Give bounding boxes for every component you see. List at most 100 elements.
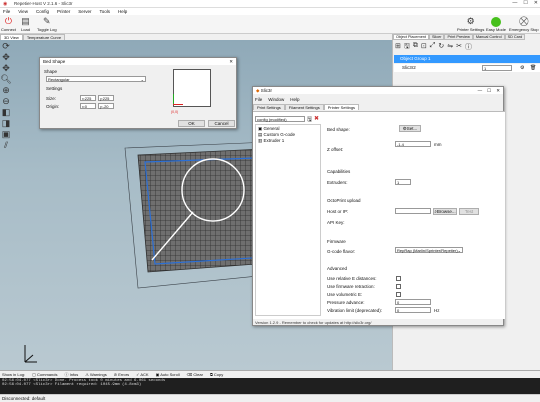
menu-help[interactable]: Help [290,97,299,102]
cut-icon[interactable]: ✂ [456,42,462,53]
tab-sd-card[interactable]: SD Card [504,34,526,40]
delete-preset-icon[interactable]: ✖ [314,115,319,122]
object-count-field[interactable]: 1 [482,65,512,71]
log-warnings-button[interactable]: ⚠ Warnings [85,372,106,377]
move-icon[interactable]: ✥ [0,52,12,62]
zoom-icon[interactable]: 🔍︎ [0,74,12,84]
log-copy-button[interactable]: ⧉ Copy [210,372,223,377]
shape-section-label: Shape [44,69,58,74]
center-icon[interactable]: ⊡ [421,42,427,53]
relative-e-label: Use relative E distances: [327,276,377,281]
size-x-field[interactable]: x:225 [80,95,96,101]
front-view-icon[interactable]: ◧ [0,107,12,117]
save-icon[interactable]: 🖫︎ [404,42,410,53]
connect-button[interactable]: ⏻ Connect [1,16,16,32]
host-field[interactable] [395,208,431,214]
log-output[interactable]: 02:56:04.077 <Slic3r> Done. Process took… [0,378,540,395]
delete-icon[interactable]: 🗑︎ [530,64,536,72]
log-icon: ✎ [43,16,51,26]
menu-window[interactable]: Window [268,97,284,102]
emergency-stop-button[interactable]: ⛒ Emergency Stop [509,16,539,32]
log-clear-button[interactable]: ⌫ Clear [187,372,203,377]
origin-y-field[interactable]: y:-20 [98,103,114,109]
side-view-icon[interactable]: ▣ [0,129,12,139]
menu-tools[interactable]: Tools [100,9,111,14]
settings-tree: ▣ General ▤ Custom G-code ▥ Extruder 1 [255,124,321,316]
tree-item-extruder[interactable]: ▥ Extruder 1 [258,138,318,144]
pressure-advance-label: Pressure advance: [327,300,365,305]
maximize-button[interactable]: ☐ [523,0,527,6]
tab-filament-settings[interactable]: Filament Settings [284,104,324,110]
menu-view[interactable]: View [18,9,28,14]
firmware-retraction-checkbox[interactable] [396,284,401,289]
menu-file[interactable]: File [3,9,10,14]
add-object-icon[interactable]: ⊞ [395,42,401,53]
power-icon: ⏻ [4,16,13,26]
app-icon: ◉ [3,1,8,7]
tab-print-preview[interactable]: Print Preview [444,34,473,40]
menu-printer[interactable]: Printer [57,9,70,14]
menu-config[interactable]: Config [36,9,49,14]
object-group-row[interactable]: Object Group 1 [394,55,540,63]
tab-printer-settings[interactable]: Printer Settings [323,104,360,110]
pressure-advance-field[interactable]: 0 [395,299,431,305]
tab-object-placement[interactable]: Object Placement [393,34,429,40]
browse-button[interactable]: ⌕Browse... [433,208,457,215]
log-ack-button[interactable]: ✓ ACK [136,372,148,377]
extruders-stepper[interactable]: 1 [395,179,411,185]
close-button[interactable]: ✕ [496,87,500,94]
info-icon[interactable]: ⓘ [465,42,472,53]
tab-print-settings[interactable]: Print Settings [253,104,285,110]
mirror-icon[interactable]: ⇋ [447,42,453,53]
vibration-limit-unit: Hz [434,308,440,313]
close-icon[interactable]: ✕ [229,58,233,65]
move-object-icon[interactable]: ✥ [0,63,12,73]
rotate-icon[interactable]: ⟳ [0,41,12,51]
z-offset-field[interactable]: -1.4 [395,141,431,147]
log-infos-button[interactable]: ⓘ Infos [64,372,78,378]
gcode-flavor-select[interactable]: RepRap (Marlin/Sprinter/Repetier) ⌄ [395,247,463,253]
zoom-in-icon[interactable]: ⊕ [0,85,12,95]
log-errors-button[interactable]: ⊘ Errors [114,372,129,377]
minimize-button[interactable]: — [478,87,483,94]
zoom-out-icon[interactable]: ⊖ [0,96,12,106]
host-label: Host or IP: [327,209,349,214]
menu-file[interactable]: File [255,97,262,102]
rotate-object-icon[interactable]: ↻ [438,42,444,53]
copy-icon[interactable]: ⧉ [413,42,418,53]
minimize-button[interactable]: — [512,0,517,6]
z-offset-label: Z offset: [327,147,344,152]
easy-mode-button[interactable]: Easy Mode [486,16,506,32]
status-bar: Disconnected: default [0,394,540,402]
bed-shape-set-button[interactable]: ⚙Set... [399,125,421,132]
menu-server[interactable]: Server [78,9,91,14]
log-autoscroll-button[interactable]: ▣ Auto Scroll [156,372,180,377]
vibration-limit-field[interactable]: 0 [395,307,431,313]
toggle-log-button[interactable]: ✎ Toggle Log [37,16,57,32]
cancel-button[interactable]: Cancel [208,120,235,127]
origin-x-field[interactable]: x:0 [80,103,96,109]
object-row[interactable]: Slic3r2 1 ⚙ 🗑︎ [394,64,540,72]
menu-help[interactable]: Help [118,9,127,14]
gear-icon[interactable]: ⚙ [520,64,524,72]
relative-e-checkbox[interactable] [396,276,401,281]
log-commands-button[interactable]: ▢ Commands [32,372,57,377]
printer-settings-button[interactable]: ⚙ Printer Settings [457,16,484,32]
parallel-view-icon[interactable]: ⫽ [0,140,12,150]
maximize-button[interactable]: ☐ [487,87,491,94]
scale-icon[interactable]: ⤢ [430,42,436,53]
preset-select[interactable]: config (modified) [255,116,305,122]
test-button[interactable]: Test [459,208,479,215]
size-y-field[interactable]: y:225 [98,95,114,101]
shape-select[interactable]: Rectangular ⌄ [46,76,146,82]
tab-manual-control[interactable]: Manual Control [472,34,505,40]
tab-slicer[interactable]: Slicer [428,34,445,40]
size-label: Size: [46,96,57,101]
load-button[interactable]: ▤ Load [20,16,31,32]
volumetric-e-checkbox[interactable] [396,292,401,297]
firmware-retraction-label: Use firmware retraction: [327,284,375,289]
top-view-icon[interactable]: ◨ [0,118,12,128]
ok-button[interactable]: OK [178,120,205,127]
window-title: Repetier-Host V 2.1.6 - Slic3r [14,1,73,6]
close-button[interactable]: ✕ [534,0,538,6]
